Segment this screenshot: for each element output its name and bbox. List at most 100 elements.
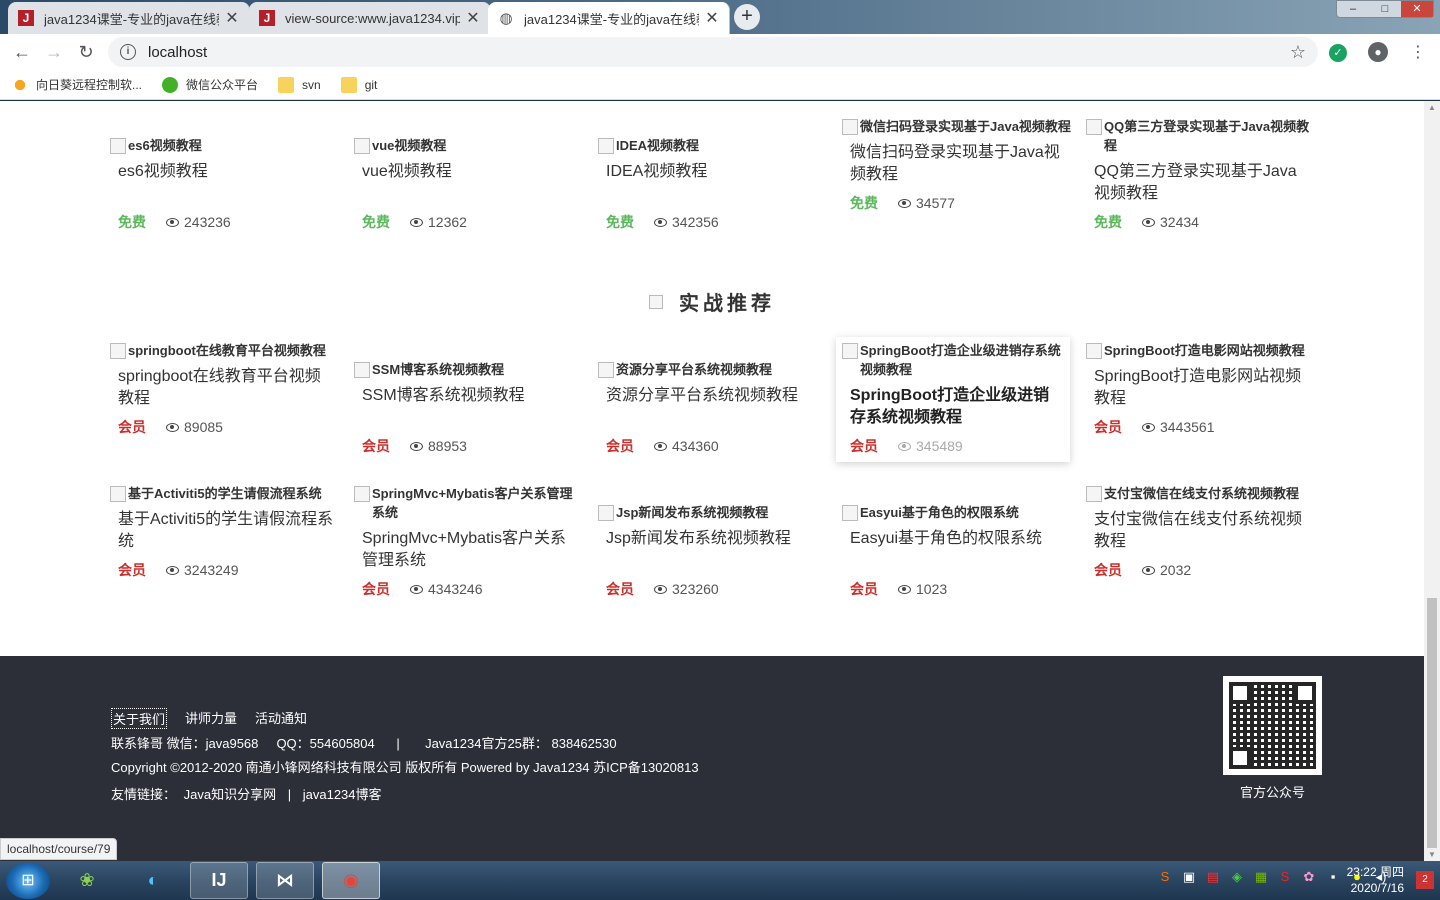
footer-link-events[interactable]: 活动通知: [255, 708, 307, 729]
tab-title: view-source:www.java1234.vip: [285, 10, 460, 26]
nvidia-icon[interactable]: ▦: [1252, 869, 1270, 887]
taskbar-app-photos[interactable]: ❀: [58, 862, 116, 899]
view-count: 2032: [1160, 562, 1192, 578]
minimize-button[interactable]: –: [1337, 1, 1369, 17]
taskbar-app-editor[interactable]: ⋈: [256, 862, 314, 899]
course-title[interactable]: vue视频教程: [354, 161, 584, 205]
bookmark-sunflower[interactable]: 向日葵远程控制软...: [12, 76, 142, 93]
bookmark-wechat[interactable]: 微信公众平台: [162, 76, 258, 93]
course-thumbnail[interactable]: QQ第三方登录实现基于Java视频教程: [1086, 117, 1316, 155]
bookmark-git[interactable]: git: [340, 76, 378, 93]
course-card[interactable]: QQ第三方登录实现基于Java视频教程 QQ第三方登录实现基于Java视频教程 …: [1086, 117, 1316, 232]
taskbar-app-chrome[interactable]: ◉: [322, 862, 380, 899]
footer-link-about[interactable]: 关于我们: [111, 708, 168, 729]
close-window-button[interactable]: ✕: [1401, 1, 1433, 17]
security-shield-icon[interactable]: ◈: [1228, 869, 1246, 887]
taskbar-app-qq[interactable]: ◐: [124, 862, 182, 899]
course-title[interactable]: 基于Activiti5的学生请假流程系统: [110, 509, 340, 553]
bookmark-svn[interactable]: svn: [278, 76, 321, 93]
course-thumbnail[interactable]: 微信扫码登录实现基于Java视频教程: [842, 117, 1072, 136]
bookmark-star-icon[interactable]: ☆: [1290, 42, 1306, 63]
tab-close-icon[interactable]: ✕: [466, 8, 480, 28]
course-thumbnail[interactable]: IDEA视频教程: [598, 136, 828, 155]
course-title[interactable]: IDEA视频教程: [598, 161, 828, 205]
back-arrow-icon[interactable]: ←: [6, 42, 38, 63]
tray-app-icon[interactable]: S: [1276, 869, 1294, 887]
course-title[interactable]: SSM博客系统视频教程: [354, 385, 584, 429]
maximize-button[interactable]: □: [1369, 1, 1401, 17]
course-title[interactable]: es6视频教程: [110, 161, 340, 205]
course-thumbnail[interactable]: 基于Activiti5的学生请假流程系统: [110, 484, 340, 503]
course-card[interactable]: SpringMvc+Mybatis客户关系管理系统 SpringMvc+Myba…: [354, 484, 584, 599]
course-card[interactable]: 支付宝微信在线支付系统视频教程 支付宝微信在线支付系统视频教程 会员 2032: [1086, 484, 1316, 580]
tab-java1234-home[interactable]: J java1234课堂-专业的java在线教 ✕: [8, 2, 250, 34]
site-info-icon[interactable]: i: [120, 44, 136, 60]
course-thumbnail[interactable]: SpringMvc+Mybatis客户关系管理系统: [354, 484, 584, 522]
course-card[interactable]: Jsp新闻发布系统视频教程 Jsp新闻发布系统视频教程 会员 323260: [598, 484, 828, 599]
course-thumbnail[interactable]: SpringBoot打造企业级进销存系统视频教程: [842, 341, 1070, 379]
menu-kebab-icon[interactable]: ⋮: [1398, 42, 1438, 62]
footer-link-teachers[interactable]: 讲师力量: [185, 708, 237, 729]
scrollbar-thumb[interactable]: [1427, 598, 1437, 848]
extension-icon[interactable]: ✓: [1318, 43, 1358, 62]
start-button[interactable]: ⊞: [6, 862, 50, 899]
course-title[interactable]: 微信扫码登录实现基于Java视频教程: [842, 142, 1072, 186]
course-title[interactable]: 资源分享平台系统视频教程: [598, 385, 828, 429]
tab-close-icon[interactable]: ✕: [225, 8, 239, 28]
course-card[interactable]: 资源分享平台系统视频教程 资源分享平台系统视频教程 会员 434360: [598, 341, 828, 456]
course-thumbnail[interactable]: 支付宝微信在线支付系统视频教程: [1086, 484, 1316, 503]
course-thumbnail[interactable]: es6视频教程: [110, 136, 340, 155]
course-card[interactable]: SpringBoot打造电影网站视频教程 SpringBoot打造电影网站视频教…: [1086, 341, 1316, 437]
course-thumbnail[interactable]: SSM博客系统视频教程: [354, 360, 584, 379]
friend-link[interactable]: Java知识分享网: [184, 787, 276, 802]
notification-badge[interactable]: 2: [1416, 871, 1434, 889]
course-thumbnail[interactable]: vue视频教程: [354, 136, 584, 155]
input-method-icon[interactable]: S: [1156, 869, 1174, 887]
forward-arrow-icon[interactable]: →: [38, 42, 70, 63]
course-card[interactable]: 微信扫码登录实现基于Java视频教程 微信扫码登录实现基于Java视频教程 免费…: [842, 117, 1072, 213]
taskbar-app-intellij[interactable]: IJ: [190, 862, 248, 899]
scroll-up-icon[interactable]: ▲: [1424, 103, 1440, 112]
bookmark-label: git: [364, 77, 378, 92]
course-title[interactable]: SpringBoot打造电影网站视频教程: [1086, 366, 1316, 410]
course-thumbnail[interactable]: Jsp新闻发布系统视频教程: [598, 503, 828, 522]
tray-app-icon[interactable]: ✿: [1300, 869, 1318, 887]
tab-close-icon[interactable]: ✕: [705, 8, 719, 28]
address-bar[interactable]: i localhost ☆: [108, 37, 1318, 67]
course-title[interactable]: Easyui基于角色的权限系统: [842, 528, 1072, 572]
course-title[interactable]: 支付宝微信在线支付系统视频教程: [1086, 509, 1316, 553]
course-card[interactable]: 基于Activiti5的学生请假流程系统 基于Activiti5的学生请假流程系…: [110, 484, 340, 580]
eye-icon: [1142, 422, 1155, 432]
course-thumbnail[interactable]: SpringBoot打造电影网站视频教程: [1086, 341, 1316, 360]
course-title[interactable]: QQ第三方登录实现基于Java视频教程: [1086, 161, 1316, 205]
folder-icon: [278, 76, 295, 93]
tray-app-icon[interactable]: ▤: [1204, 869, 1222, 887]
tab-localhost[interactable]: ◍ java1234课堂-专业的java在线教 ✕: [488, 2, 730, 34]
course-title[interactable]: Jsp新闻发布系统视频教程: [598, 528, 828, 572]
reload-icon[interactable]: ↻: [70, 42, 102, 63]
course-card[interactable]: vue视频教程 vue视频教程 免费 12362: [354, 117, 584, 232]
course-card[interactable]: IDEA视频教程 IDEA视频教程 免费 342356: [598, 117, 828, 232]
course-card[interactable]: SSM博客系统视频教程 SSM博客系统视频教程 会员 88953: [354, 341, 584, 456]
network-icon[interactable]: ▪: [1324, 869, 1342, 887]
course-title[interactable]: springboot在线教育平台视频教程: [110, 366, 340, 410]
new-tab-button[interactable]: +: [734, 4, 760, 30]
friend-link[interactable]: java1234博客: [303, 787, 382, 802]
tab-view-source[interactable]: J view-source:www.java1234.vip ✕: [249, 2, 491, 34]
member-badge: 会员: [362, 581, 390, 597]
course-card[interactable]: Easyui基于角色的权限系统 Easyui基于角色的权限系统 会员 1023: [842, 484, 1072, 599]
course-thumbnail[interactable]: 资源分享平台系统视频教程: [598, 360, 828, 379]
course-title[interactable]: SpringBoot打造企业级进销存系统视频教程: [842, 385, 1070, 429]
course-title[interactable]: SpringMvc+Mybatis客户关系管理系统: [354, 528, 584, 572]
profile-avatar-icon[interactable]: ●: [1358, 42, 1398, 62]
course-card[interactable]: springboot在线教育平台视频教程 springboot在线教育平台视频教…: [110, 341, 340, 437]
scroll-down-icon[interactable]: ▼: [1424, 850, 1440, 859]
course-card-hovered[interactable]: SpringBoot打造企业级进销存系统视频教程 SpringBoot打造企业级…: [836, 337, 1070, 462]
address-url[interactable]: localhost: [148, 44, 1290, 61]
course-thumbnail[interactable]: springboot在线教育平台视频教程: [110, 341, 340, 360]
system-clock[interactable]: 23:22 周四 2020/7/16: [1347, 864, 1404, 896]
tray-app-icon[interactable]: ▣: [1180, 869, 1198, 887]
course-card[interactable]: es6视频教程 es6视频教程 免费 243236: [110, 117, 340, 232]
page-scrollbar[interactable]: ▲ ▼: [1424, 101, 1440, 861]
course-thumbnail[interactable]: Easyui基于角色的权限系统: [842, 503, 1072, 522]
